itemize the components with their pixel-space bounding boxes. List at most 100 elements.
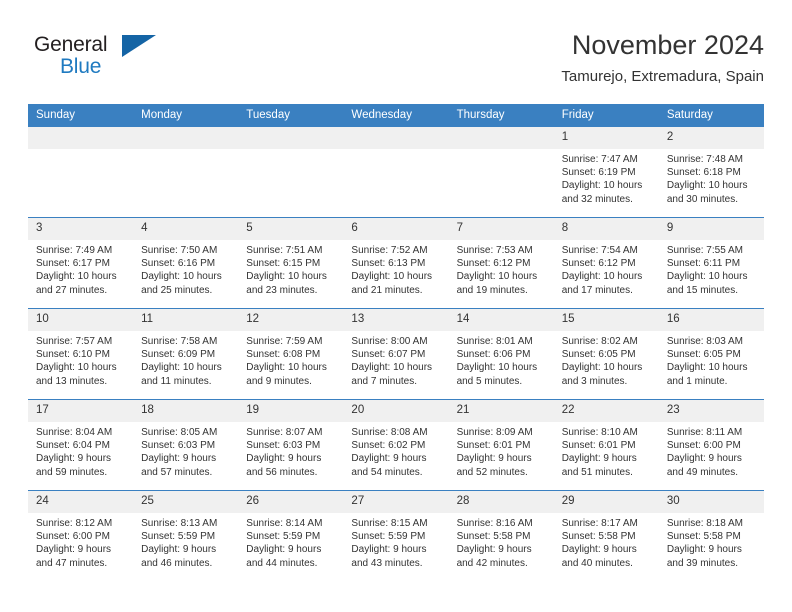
calendar-day-cell[interactable]: 8 Sunrise: 7:54 AM Sunset: 6:12 PM Daylight… (553, 217, 659, 309)
sunrise-time: Sunrise: 8:10 AM (561, 427, 638, 438)
daylight-duration: Daylight: 10 hours and 3 minutes. (561, 362, 643, 387)
day-cell-inner (238, 127, 344, 217)
calendar-day-cell[interactable]: 16 Sunrise: 8:03 AM Sunset: 6:05 PM Dayligh… (658, 308, 764, 400)
calendar-day-cell[interactable]: 27 Sunrise: 8:15 AM Sunset: 5:59 PM Dayligh… (343, 490, 449, 581)
calendar-day-cell[interactable]: 17 Sunrise: 8:04 AM Sunset: 6:04 PM Dayligh… (28, 399, 134, 491)
daylight-duration: Daylight: 10 hours and 19 minutes. (456, 271, 538, 296)
calendar-grid: Sunday Monday Tuesday Wednesday Thursday… (28, 104, 764, 581)
day-number: 29 (553, 491, 659, 513)
calendar-day-cell[interactable]: 29 Sunrise: 8:17 AM Sunset: 5:58 PM Dayligh… (553, 490, 659, 581)
daylight-duration: Daylight: 10 hours and 13 minutes. (36, 362, 117, 387)
sunrise-time: Sunrise: 7:53 AM (456, 245, 533, 256)
sun-times: Sunrise: 7:49 AM Sunset: 6:17 PM Daylight:… (28, 240, 133, 297)
calendar-page: General Blue November 2024 Tamurejo, Ext… (0, 0, 792, 612)
calendar-day-cell[interactable]: 28 Sunrise: 8:16 AM Sunset: 5:58 PM Dayligh… (448, 490, 554, 581)
calendar-day-cell[interactable]: 13 Sunrise: 8:00 AM Sunset: 6:07 PM Dayligh… (343, 308, 449, 400)
calendar-day-cell[interactable]: 6 Sunrise: 7:52 AM Sunset: 6:13 PM Daylight… (343, 217, 449, 309)
calendar-week-row: 3 Sunrise: 7:49 AM Sunset: 6:17 PM Daylight… (28, 217, 764, 309)
sunset-time: Sunset: 6:06 PM (456, 349, 531, 361)
sunrise-time: Sunrise: 8:15 AM (351, 518, 428, 529)
calendar-day-cell[interactable]: 18 Sunrise: 8:05 AM Sunset: 6:03 PM Dayligh… (133, 399, 239, 491)
day-number (343, 127, 449, 149)
calendar-day-cell[interactable]: 30 Sunrise: 8:18 AM Sunset: 5:58 PM Dayligh… (658, 490, 764, 581)
day-number (133, 127, 239, 149)
sunrise-time: Sunrise: 8:14 AM (246, 518, 323, 529)
sunrise-time: Sunrise: 8:12 AM (36, 518, 113, 529)
day-cell-inner: 28 Sunrise: 8:16 AM Sunset: 5:58 PM Dayligh… (448, 491, 554, 581)
dow-tuesday: Tuesday (238, 104, 344, 127)
calendar-day-cell[interactable]: 20 Sunrise: 8:08 AM Sunset: 6:02 PM Dayligh… (343, 399, 449, 491)
day-number: 13 (343, 309, 449, 331)
day-cell-inner: 3 Sunrise: 7:49 AM Sunset: 6:17 PM Daylight… (28, 218, 134, 308)
day-cell-inner: 30 Sunrise: 8:18 AM Sunset: 5:58 PM Dayligh… (658, 491, 764, 581)
sunset-time: Sunset: 6:07 PM (351, 349, 426, 361)
day-cell-inner: 24 Sunrise: 8:12 AM Sunset: 6:00 PM Dayligh… (28, 491, 134, 581)
calendar-day-cell[interactable]: 24 Sunrise: 8:12 AM Sunset: 6:00 PM Dayligh… (28, 490, 134, 581)
calendar-day-cell[interactable]: 1 Sunrise: 7:47 AM Sunset: 6:19 PM Daylight… (553, 127, 659, 218)
calendar-week-row: 24 Sunrise: 8:12 AM Sunset: 6:00 PM Dayligh… (28, 490, 764, 581)
sunset-time: Sunset: 6:08 PM (246, 349, 321, 361)
calendar-day-cell[interactable]: 19 Sunrise: 8:07 AM Sunset: 6:03 PM Dayligh… (238, 399, 344, 491)
sunset-time: Sunset: 6:05 PM (666, 349, 741, 361)
day-number: 10 (28, 309, 134, 331)
sunset-time: Sunset: 6:19 PM (561, 167, 636, 179)
sunset-time: Sunset: 6:17 PM (36, 258, 110, 270)
sunrise-time: Sunrise: 8:09 AM (456, 427, 533, 438)
day-number: 27 (343, 491, 449, 513)
calendar-day-cell[interactable]: 14 Sunrise: 8:01 AM Sunset: 6:06 PM Dayligh… (448, 308, 554, 400)
day-cell-inner: 5 Sunrise: 7:51 AM Sunset: 6:15 PM Daylight… (238, 218, 344, 308)
calendar-day-cell[interactable]: 9 Sunrise: 7:55 AM Sunset: 6:11 PM Daylight… (658, 217, 764, 309)
daylight-duration: Daylight: 10 hours and 9 minutes. (246, 362, 327, 387)
calendar-day-cell[interactable]: 3 Sunrise: 7:49 AM Sunset: 6:17 PM Daylight… (28, 217, 134, 309)
calendar-day-cell[interactable]: 5 Sunrise: 7:51 AM Sunset: 6:15 PM Daylight… (238, 217, 344, 309)
calendar-day-cell[interactable]: 21 Sunrise: 8:09 AM Sunset: 6:01 PM Dayligh… (448, 399, 554, 491)
sunrise-time: Sunrise: 8:13 AM (141, 518, 218, 529)
day-number: 8 (553, 218, 659, 240)
sunrise-time: Sunrise: 7:49 AM (36, 245, 113, 256)
day-cell-inner (448, 127, 554, 217)
calendar-day-cell[interactable]: 26 Sunrise: 8:14 AM Sunset: 5:59 PM Dayligh… (238, 490, 344, 581)
calendar-day-cell[interactable]: 15 Sunrise: 8:02 AM Sunset: 6:05 PM Dayligh… (553, 308, 659, 400)
calendar-day-cell[interactable]: 10 Sunrise: 7:57 AM Sunset: 6:10 PM Dayligh… (28, 308, 134, 400)
calendar-day-cell[interactable]: 2 Sunrise: 7:48 AM Sunset: 6:18 PM Daylight… (658, 127, 764, 218)
daylight-duration: Daylight: 9 hours and 47 minutes. (36, 544, 112, 569)
daylight-duration: Daylight: 10 hours and 5 minutes. (456, 362, 538, 387)
calendar-day-cell[interactable]: 11 Sunrise: 7:58 AM Sunset: 6:09 PM Dayligh… (133, 308, 239, 400)
sun-times: Sunrise: 8:13 AM Sunset: 5:59 PM Daylight:… (133, 513, 238, 570)
day-number: 9 (658, 218, 764, 240)
day-number: 21 (448, 400, 554, 422)
calendar-day-cell[interactable]: 23 Sunrise: 8:11 AM Sunset: 6:00 PM Dayligh… (658, 399, 764, 491)
day-cell-inner: 25 Sunrise: 8:13 AM Sunset: 5:59 PM Dayligh… (133, 491, 239, 581)
calendar-day-cell[interactable]: 25 Sunrise: 8:13 AM Sunset: 5:59 PM Dayligh… (133, 490, 239, 581)
daylight-duration: Daylight: 10 hours and 17 minutes. (561, 271, 643, 296)
sunrise-time: Sunrise: 7:48 AM (666, 154, 743, 165)
sun-times: Sunrise: 7:58 AM Sunset: 6:09 PM Daylight:… (133, 331, 238, 388)
sun-times: Sunrise: 7:47 AM Sunset: 6:19 PM Daylight:… (554, 149, 659, 206)
calendar-day-cell[interactable]: 12 Sunrise: 7:59 AM Sunset: 6:08 PM Dayligh… (238, 308, 344, 400)
day-number: 30 (658, 491, 764, 513)
calendar-day-cell[interactable]: 7 Sunrise: 7:53 AM Sunset: 6:12 PM Daylight… (448, 217, 554, 309)
day-number: 1 (553, 127, 659, 149)
dow-friday: Friday (553, 104, 659, 127)
sunrise-time: Sunrise: 8:16 AM (456, 518, 533, 529)
calendar-day-cell-empty (448, 127, 554, 218)
daylight-duration: Daylight: 9 hours and 39 minutes. (666, 544, 742, 569)
daylight-duration: Daylight: 9 hours and 46 minutes. (141, 544, 217, 569)
day-cell-inner: 15 Sunrise: 8:02 AM Sunset: 6:05 PM Dayligh… (553, 309, 659, 399)
sunrise-time: Sunrise: 8:17 AM (561, 518, 638, 529)
general-blue-logo[interactable]: General Blue (28, 30, 208, 86)
daylight-duration: Daylight: 10 hours and 1 minute. (666, 362, 748, 387)
calendar-day-cell[interactable]: 22 Sunrise: 8:10 AM Sunset: 6:01 PM Dayligh… (553, 399, 659, 491)
dow-saturday: Saturday (658, 104, 764, 127)
day-number: 19 (238, 400, 344, 422)
day-cell-inner: 11 Sunrise: 7:58 AM Sunset: 6:09 PM Dayligh… (133, 309, 239, 399)
calendar-day-cell[interactable]: 4 Sunrise: 7:50 AM Sunset: 6:16 PM Daylight… (133, 217, 239, 309)
sun-times: Sunrise: 8:00 AM Sunset: 6:07 PM Daylight:… (343, 331, 448, 388)
calendar-body: 1 Sunrise: 7:47 AM Sunset: 6:19 PM Daylight… (28, 127, 764, 581)
day-number: 16 (658, 309, 764, 331)
day-number: 23 (658, 400, 764, 422)
sun-times: Sunrise: 7:48 AM Sunset: 6:18 PM Daylight:… (659, 149, 764, 206)
sun-times: Sunrise: 8:09 AM Sunset: 6:01 PM Daylight:… (449, 422, 554, 479)
daylight-duration: Daylight: 10 hours and 7 minutes. (351, 362, 433, 387)
sun-times: Sunrise: 8:12 AM Sunset: 6:00 PM Daylight:… (28, 513, 133, 570)
